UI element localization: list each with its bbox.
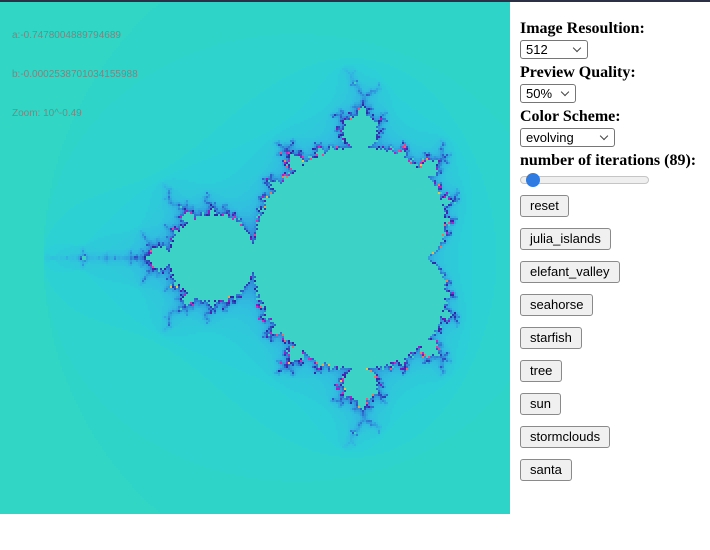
fractal-viewport[interactable]: a:-0.7478004889794689 b:-0.0002538701034… <box>0 2 510 514</box>
iterations-label: number of iterations (89): <box>520 153 706 169</box>
coordinates-hud: a:-0.7478004889794689 b:-0.0002538701034… <box>12 3 138 146</box>
hud-a-value: a:-0.7478004889794689 <box>12 29 138 42</box>
chevron-down-icon <box>573 44 581 52</box>
button-santa[interactable]: santa <box>520 459 572 481</box>
button-starfish[interactable]: starfish <box>520 327 582 349</box>
controls-panel: Image Resoultion: 512 Preview Quality: 5… <box>520 2 706 492</box>
quality-selected-value: 50% <box>526 86 552 101</box>
button-seahorse[interactable]: seahorse <box>520 294 593 316</box>
iterations-slider[interactable] <box>520 173 649 187</box>
button-sun[interactable]: sun <box>520 393 561 415</box>
button-elefant_valley[interactable]: elefant_valley <box>520 261 620 283</box>
quality-select[interactable]: 50% <box>520 84 576 103</box>
hud-zoom-value: Zoom: 10^-0.49 <box>12 107 138 120</box>
color-scheme-selected-value: evolving <box>526 130 574 145</box>
quality-label: Preview Quality: <box>520 65 706 81</box>
color-scheme-select[interactable]: evolving <box>520 128 615 147</box>
resolution-selected-value: 512 <box>526 42 548 57</box>
resolution-select[interactable]: 512 <box>520 40 588 59</box>
preset-buttons: reset julia_islands elefant_valley seahorse… <box>520 195 706 481</box>
button-tree[interactable]: tree <box>520 360 562 382</box>
button-stormclouds[interactable]: stormclouds <box>520 426 610 448</box>
button-julia_islands[interactable]: julia_islands <box>520 228 611 250</box>
chevron-down-icon <box>600 132 608 140</box>
button-reset[interactable]: reset <box>520 195 569 217</box>
resolution-label: Image Resoultion: <box>520 21 706 37</box>
chevron-down-icon <box>561 88 569 96</box>
hud-b-value: b:-0.0002538701034155988 <box>12 68 138 81</box>
color-scheme-label: Color Scheme: <box>520 109 706 125</box>
